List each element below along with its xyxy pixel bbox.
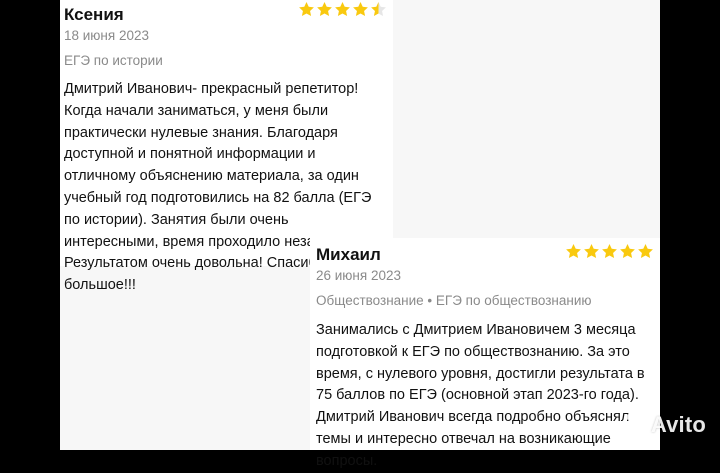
star-icon — [638, 244, 653, 259]
avito-watermark: Avito — [617, 412, 706, 438]
review-date: 18 июня 2023 — [64, 28, 149, 43]
star-icon — [335, 2, 350, 17]
review-card: Михаил 26 июня 2023 Обществознание • ЕГЭ… — [310, 238, 660, 469]
avito-logo-icon — [618, 414, 643, 436]
avito-wordmark: Avito — [650, 412, 706, 437]
review-tags: Обществознание • ЕГЭ по обществознанию — [316, 293, 592, 308]
star-icon — [620, 244, 635, 259]
rating-stars — [565, 243, 654, 260]
review-date: 26 июня 2023 — [316, 268, 401, 283]
star-icon — [602, 244, 617, 259]
star-icon — [566, 244, 581, 259]
star-icon — [371, 2, 386, 17]
star-icon — [584, 244, 599, 259]
star-icon — [299, 2, 314, 17]
star-icon — [353, 2, 368, 17]
review-tags: ЕГЭ по истории — [64, 53, 163, 68]
review-card: Ксения 18 июня 2023 ЕГЭ по истории Дмитр… — [60, 0, 393, 293]
star-icon — [317, 2, 332, 17]
rating-stars — [298, 1, 387, 18]
